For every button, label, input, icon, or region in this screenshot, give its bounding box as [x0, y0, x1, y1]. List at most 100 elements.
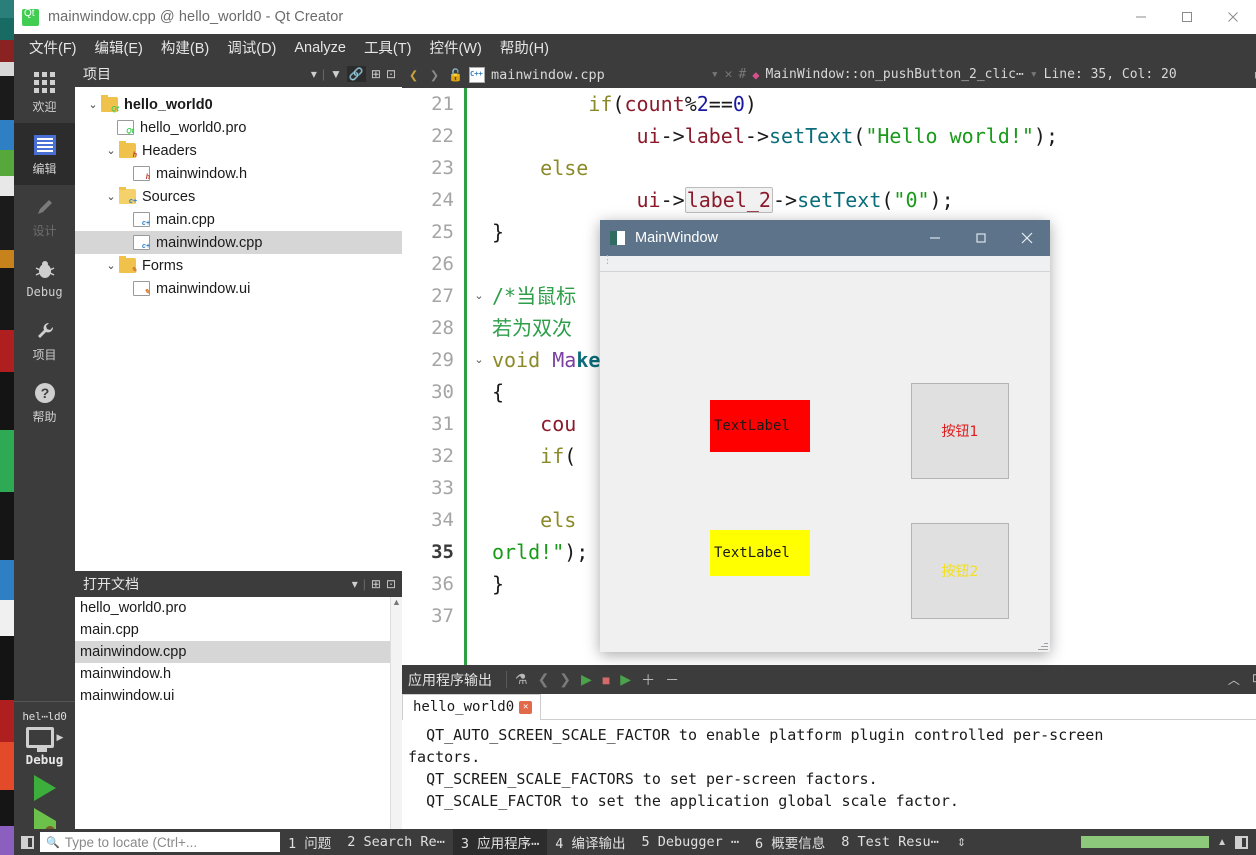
attach-debugger-icon[interactable]: ▶ — [620, 671, 631, 688]
open-documents-scrollbar[interactable]: ▲ — [390, 597, 402, 829]
line-col-indicator[interactable]: Line: 35, Col: 20 — [1044, 67, 1177, 82]
tree-row-mainwindow-cpp[interactable]: c+ mainwindow.cpp — [75, 231, 402, 254]
line-number: 27 — [431, 285, 454, 307]
qt-folder-icon: Qt — [101, 95, 119, 113]
collapse-icon[interactable]: ⊡ — [386, 67, 396, 81]
run-icon[interactable]: ▶ — [581, 671, 592, 688]
menu-build[interactable]: 构建(B) — [152, 34, 218, 61]
minimize-icon[interactable] — [1118, 0, 1164, 34]
push-button-1[interactable]: 按钮1 — [911, 383, 1009, 479]
list-item[interactable]: main.cpp — [75, 619, 402, 641]
sidebar-item-design[interactable]: 设计 — [14, 185, 75, 247]
sidebar-item-debug[interactable]: Debug — [14, 247, 75, 309]
chevron-down-icon[interactable]: ⌄ — [103, 259, 119, 272]
size-grip-icon[interactable] — [1036, 638, 1048, 650]
mainwindow-dialog[interactable]: MainWindow TextLabel TextLabel 按钮1 按钮2 — [600, 220, 1050, 652]
chevron-right-icon[interactable]: ❯ — [427, 66, 442, 84]
sidebar-toggle-icon[interactable] — [14, 835, 40, 849]
tree-row-mainwindow-ui[interactable]: ✎ mainwindow.ui — [75, 277, 402, 300]
status-panel-application-output[interactable]: 3 应用程序⋯ — [452, 829, 548, 855]
kit-selector-label[interactable]: hel⋯ld0 — [14, 702, 75, 723]
close-icon[interactable] — [1004, 220, 1050, 256]
push-button-2[interactable]: 按钮2 — [911, 523, 1009, 619]
chevron-up-icon[interactable]: ▲ — [1217, 837, 1227, 848]
minimize-icon[interactable] — [912, 220, 958, 256]
chevron-down-icon[interactable]: ▾ — [352, 577, 358, 591]
menu-analyze[interactable]: Analyze — [285, 37, 355, 59]
chevron-down-icon[interactable]: ⌄ — [103, 190, 119, 203]
next-item-icon[interactable]: ❯ — [559, 671, 571, 688]
chevron-down-icon[interactable]: ▾ — [711, 67, 719, 82]
zoom-out-icon[interactable]: － — [665, 670, 679, 690]
chevron-down-icon[interactable]: ⌄ — [85, 98, 101, 111]
link-icon[interactable]: 🔗 — [346, 66, 366, 82]
dialog-content: TextLabel TextLabel 按钮1 按钮2 — [600, 272, 1050, 652]
prev-item-icon[interactable]: ❮ — [538, 671, 550, 688]
maximize-icon[interactable] — [958, 220, 1004, 256]
editor-symbol-selector[interactable]: MainWindow::on_pushButton_2_clic⋯ — [766, 67, 1024, 82]
menu-help[interactable]: 帮助(H) — [491, 34, 558, 61]
split-icon[interactable]: ⊞ — [371, 577, 381, 591]
menu-file[interactable]: 文件(F) — [20, 34, 86, 61]
close-icon[interactable] — [1210, 0, 1256, 34]
search-input[interactable]: 🔍 Type to locate (Ctrl+... — [40, 832, 280, 852]
zoom-in-icon[interactable]: ＋ — [641, 670, 655, 690]
menu-debug[interactable]: 调试(D) — [218, 34, 285, 61]
status-panel-search-results[interactable]: 2 Search Re⋯ — [339, 831, 453, 853]
filter-icon[interactable]: ▼ — [330, 67, 342, 81]
code-line: ui-> label_2 ->setText("0"); — [492, 184, 1256, 216]
list-item[interactable]: mainwindow.cpp — [75, 641, 402, 663]
tree-row-pro-file[interactable]: Qt hello_world0.pro — [75, 116, 402, 139]
sidebar-item-projects[interactable]: 项目 — [14, 309, 75, 371]
chevron-down-icon[interactable]: ⌄ — [103, 144, 119, 157]
tree-row-sources[interactable]: ⌄ c+ Sources — [75, 185, 402, 208]
build-mode-label[interactable]: Debug — [14, 752, 75, 767]
menu-edit[interactable]: 编辑(E) — [86, 34, 152, 61]
list-item[interactable]: mainwindow.ui — [75, 685, 402, 707]
sidebar-item-edit[interactable]: 编辑 — [14, 123, 75, 185]
fold-column[interactable]: ⌄ ⌄ — [470, 88, 488, 665]
split-icon[interactable]: ⊞ — [371, 67, 381, 81]
status-panel-debugger[interactable]: 5 Debugger ⋯ — [633, 831, 747, 853]
close-icon[interactable]: ✕ — [725, 67, 733, 82]
close-icon[interactable]: ✕ — [519, 700, 533, 714]
tree-row-main-cpp[interactable]: c+ main.cpp — [75, 208, 402, 231]
output-tab-hello-world0[interactable]: hello_world0 ✕ — [402, 693, 542, 720]
tree-row-project[interactable]: ⌄ Qt hello_world0 — [75, 93, 402, 116]
maximize-icon[interactable] — [1164, 0, 1210, 34]
fold-marker-29[interactable]: ⌄ — [470, 344, 488, 376]
sidebar-item-welcome[interactable]: 欢迎 — [14, 61, 75, 123]
status-panel-compile-output[interactable]: 4 编译输出 — [547, 829, 633, 855]
tree-row-forms[interactable]: ⌄ ✎ Forms — [75, 254, 402, 277]
sidebar-item-help[interactable]: ? 帮助 — [14, 371, 75, 433]
status-panel-summary[interactable]: 6 概要信息 — [747, 829, 833, 855]
list-item[interactable]: hello_world0.pro — [75, 597, 402, 619]
chevron-up-icon[interactable]: ▲ — [391, 597, 402, 607]
chevron-down-icon[interactable]: ▾ — [311, 67, 317, 81]
rerun-icon[interactable]: ⚗ — [515, 671, 528, 688]
line-number: 22 — [431, 125, 454, 147]
status-panel-issues[interactable]: 1 问题 — [280, 829, 339, 855]
close-pane-icon[interactable]: ⊡ — [1252, 671, 1256, 688]
chevron-left-icon[interactable]: ❮ — [406, 66, 421, 84]
run-button[interactable] — [14, 767, 75, 809]
tree-row-mainwindow-h[interactable]: h mainwindow.h — [75, 162, 402, 185]
stop-icon[interactable]: ■ — [602, 672, 610, 688]
hash-icon[interactable]: # — [738, 67, 746, 82]
list-item[interactable]: mainwindow.h — [75, 663, 402, 685]
output-toggle-icon[interactable] — [1235, 835, 1248, 849]
fold-marker-27[interactable]: ⌄ — [470, 280, 488, 312]
status-panel-test-results[interactable]: 8 Test Resu⋯ — [833, 831, 947, 853]
menu-widgets[interactable]: 控件(W) — [420, 34, 490, 61]
kit-selector[interactable]: ▶ — [14, 727, 75, 752]
unlock-icon[interactable]: 🔓 — [448, 68, 463, 82]
maximize-pane-icon[interactable]: ︿ — [1228, 671, 1240, 688]
chevron-down-icon[interactable]: ▾ — [1030, 67, 1038, 82]
menu-tools[interactable]: 工具(T) — [355, 34, 421, 61]
dialog-menu-bar[interactable] — [600, 253, 1050, 272]
updown-arrows-icon[interactable]: ⇕ — [947, 836, 976, 849]
tree-row-headers[interactable]: ⌄ h Headers — [75, 139, 402, 162]
collapse-icon[interactable]: ⊡ — [386, 577, 396, 591]
editor-file-name[interactable]: mainwindow.cpp — [491, 67, 605, 83]
